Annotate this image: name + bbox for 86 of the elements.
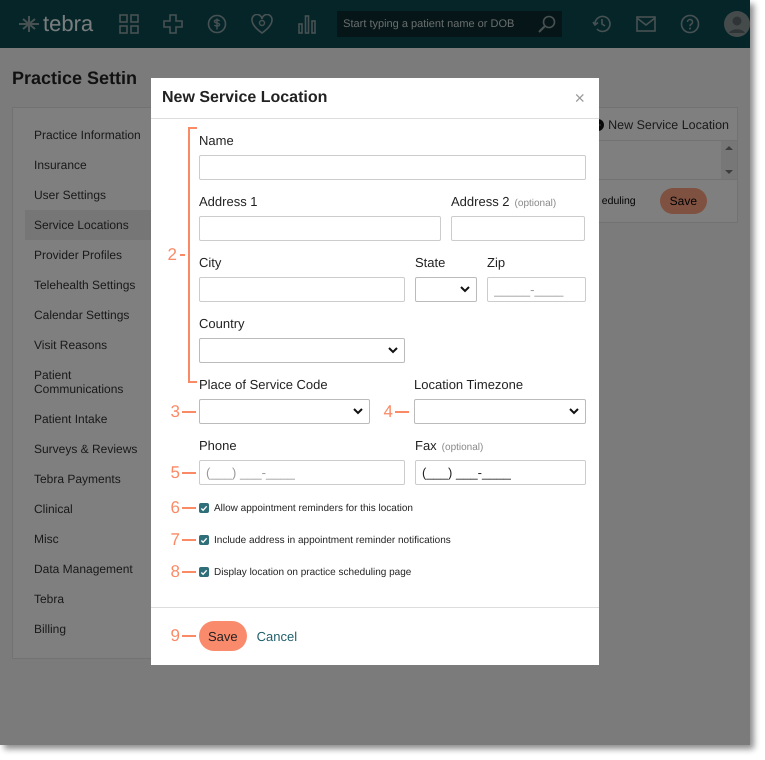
input-field[interactable]: (___) ___-____ <box>199 460 405 485</box>
optional-note: (optional) <box>442 442 484 453</box>
dropdown[interactable] <box>414 399 586 424</box>
sidebar-item[interactable]: Telehealth Settings <box>25 270 154 300</box>
search-field[interactable]: Start typing a patient name or DOB <box>337 11 562 37</box>
field-label: City <box>199 255 222 270</box>
checkbox-label: Include address in appointment reminder notifications <box>214 534 451 546</box>
optional-note: (optional) <box>514 198 556 209</box>
sidebar-item[interactable]: Practice Information <box>25 120 154 150</box>
leader-line <box>182 472 196 474</box>
leader-line <box>182 507 196 509</box>
checkbox[interactable] <box>199 503 209 513</box>
chevron-icon <box>569 408 579 415</box>
field-label: Country <box>199 316 245 331</box>
input-field[interactable]: (___) ___-____ <box>415 460 586 485</box>
checkbox[interactable] <box>199 567 209 577</box>
chevron-icon <box>388 347 398 354</box>
chevron-icon <box>353 408 363 415</box>
sidebar-item[interactable]: Tebra <box>25 584 154 614</box>
avatar-icon[interactable] <box>724 11 750 37</box>
callout-number: 4 <box>384 402 393 422</box>
dropdown[interactable] <box>415 277 477 302</box>
input-field[interactable] <box>451 216 585 241</box>
callout-number: 2 <box>168 245 177 265</box>
checkbox-label: Display location on practice scheduling page <box>214 566 412 578</box>
input-field[interactable] <box>199 155 586 180</box>
sidebar-item[interactable]: Data Management <box>25 554 154 584</box>
help-icon[interactable] <box>680 14 700 34</box>
sidebar-item[interactable]: Patient Intake <box>25 404 154 434</box>
dropdown[interactable] <box>199 338 405 363</box>
save-button[interactable]: Save <box>660 188 707 214</box>
logo-text: tebra <box>43 11 94 37</box>
field-label: Phone <box>199 438 237 453</box>
cancel-link[interactable]: Cancel <box>256 628 298 644</box>
table-cell: eduling <box>602 195 636 207</box>
callout-number: 7 <box>170 530 180 550</box>
logo-icon <box>18 15 40 33</box>
field-label: Place of Service Code <box>199 377 328 392</box>
checkbox[interactable] <box>199 535 209 545</box>
input-field[interactable]: _____-____ <box>487 277 586 302</box>
checkbox-label: Allow appointment reminders for this location <box>214 502 413 514</box>
scrollbar[interactable] <box>721 141 737 179</box>
heart-icon[interactable] <box>251 14 274 34</box>
history-icon[interactable] <box>592 14 612 34</box>
sidebar-item[interactable]: Tebra Payments <box>25 464 154 494</box>
grid-icon[interactable] <box>119 14 140 34</box>
leader-line <box>182 410 196 412</box>
sidebar-item[interactable]: Surveys & Reviews <box>25 434 154 464</box>
field-label: Name <box>199 133 234 148</box>
field-label: Fax <box>415 438 437 453</box>
leader-line <box>395 410 409 412</box>
dollar-icon[interactable] <box>207 14 228 34</box>
plus-icon[interactable] <box>163 14 184 34</box>
dropdown[interactable] <box>199 399 370 424</box>
sidebar-item[interactable]: Calendar Settings <box>25 300 154 330</box>
sidebar-item[interactable]: Misc <box>25 524 154 554</box>
field-label: Location Timezone <box>414 377 524 392</box>
save-button[interactable]: Save <box>199 621 247 651</box>
dialog-title: New Service Location <box>162 89 328 107</box>
callout-number: 9 <box>170 626 180 646</box>
callout-number: 6 <box>170 498 180 518</box>
close-button[interactable]: × <box>574 89 585 107</box>
field-label: Address 2 <box>451 194 510 209</box>
field-label: State <box>415 255 446 270</box>
callout-number: 5 <box>170 462 180 482</box>
callout-number: 3 <box>170 402 180 422</box>
sidebar-item[interactable]: Provider Profiles <box>25 240 154 270</box>
leader-line <box>182 539 196 541</box>
sidebar-item[interactable]: Patient Communications <box>25 360 154 404</box>
leader-line <box>182 635 196 637</box>
mail-icon[interactable] <box>636 16 656 32</box>
input-field[interactable] <box>199 277 405 302</box>
sidebar-item[interactable]: Insurance <box>25 150 154 180</box>
callout-number: 8 <box>170 562 180 582</box>
input-field[interactable] <box>199 216 441 241</box>
sidebar-item[interactable]: Visit Reasons <box>25 330 154 360</box>
sidebar-item[interactable]: Billing <box>25 614 154 644</box>
chevron-icon <box>460 286 470 293</box>
field-label: Zip <box>487 255 506 270</box>
leader-line <box>182 571 196 573</box>
sidebar-item[interactable]: Clinical <box>25 494 154 524</box>
bar-chart-icon[interactable] <box>297 14 318 34</box>
sidebar-item[interactable]: User Settings <box>25 180 154 210</box>
search-icon[interactable] <box>538 15 556 33</box>
field-label: Address 1 <box>199 194 258 209</box>
page-title: Practice Settin <box>12 68 138 89</box>
